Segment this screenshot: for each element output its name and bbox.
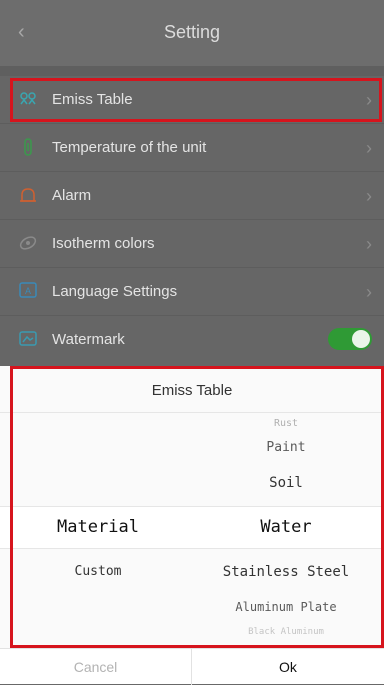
- page-title: Setting: [163, 22, 221, 42]
- highlight-frame: [10, 78, 382, 122]
- chevron-right-icon: ›: [366, 186, 372, 206]
- chevron-right-icon: ›: [366, 138, 372, 158]
- cancel-button[interactable]: Cancel: [0, 649, 192, 685]
- settings-item-label: Watermark: [52, 331, 125, 348]
- ok-button[interactable]: Ok: [192, 649, 384, 685]
- divider: [0, 66, 384, 76]
- settings-item-isotherm-colors[interactable]: Isotherm colors ›: [0, 220, 384, 268]
- settings-item-temperature[interactable]: Temperature of the unit ›: [0, 124, 384, 172]
- settings-item-label: Isotherm colors: [52, 235, 155, 252]
- thermometer-icon: [24, 138, 32, 156]
- chevron-right-icon: ›: [366, 234, 372, 254]
- settings-item-label: Language Settings: [52, 283, 178, 300]
- highlight-frame: [10, 366, 384, 648]
- alarm-icon: [20, 188, 36, 202]
- chevron-right-icon: ›: [366, 282, 372, 302]
- language-icon: A: [19, 282, 37, 298]
- isotherm-icon: [19, 236, 37, 250]
- toggle-knob: [352, 330, 370, 348]
- settings-item-label: Temperature of the unit: [52, 139, 207, 156]
- settings-item-watermark: Watermark: [0, 316, 384, 364]
- watermark-toggle[interactable]: [328, 328, 372, 350]
- dialog-footer: Cancel Ok: [0, 648, 384, 685]
- svg-text:A: A: [25, 286, 31, 296]
- watermark-icon: [19, 331, 37, 346]
- settings-item-label: Alarm: [52, 187, 92, 204]
- settings-item-alarm[interactable]: Alarm ›: [0, 172, 384, 220]
- header-bar: ‹ Setting: [0, 0, 384, 66]
- settings-item-language[interactable]: A Language Settings ›: [0, 268, 384, 316]
